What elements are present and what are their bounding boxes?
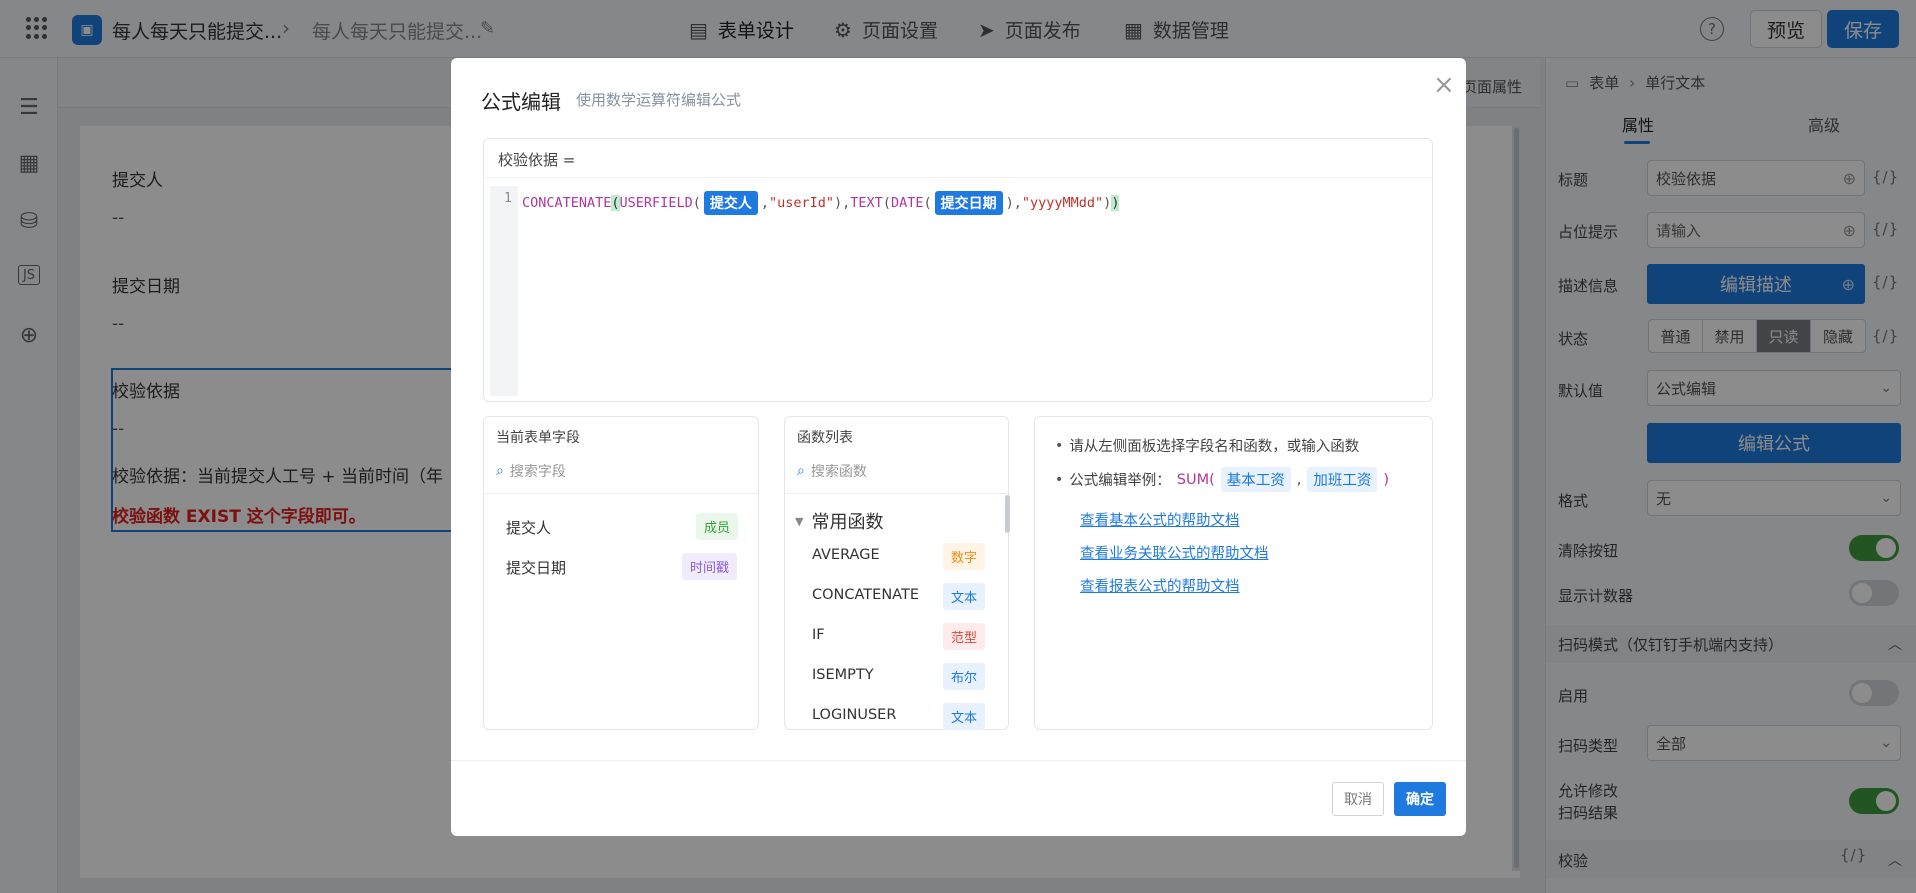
search-icon: ⌕ xyxy=(496,463,504,479)
editor-gutter xyxy=(490,186,518,396)
help-link-basic[interactable]: 查看基本公式的帮助文档 xyxy=(1080,509,1240,530)
editor-divider xyxy=(484,177,1432,178)
help-link-report[interactable]: 查看报表公式的帮助文档 xyxy=(1080,575,1240,596)
function-search-input[interactable]: ⌕ 搜索函数 xyxy=(797,461,867,481)
function-type-tag: 布尔 xyxy=(943,663,986,690)
caret-down-icon: ▼ xyxy=(795,514,804,528)
function-type-tag: 文本 xyxy=(943,583,986,610)
function-item-average[interactable]: AVERAGE xyxy=(812,547,880,563)
functions-panel-title: 函数列表 xyxy=(797,430,853,446)
field-item-submit-date[interactable]: 提交日期 xyxy=(506,557,566,578)
function-type-tag: 范型 xyxy=(943,623,986,650)
modal-subtitle: 使用数学运算符编辑公式 xyxy=(576,91,742,109)
functions-panel: 函数列表 ⌕ 搜索函数 ▼ 常用函数 AVERAGE 数字 CONCATENAT… xyxy=(784,416,1010,730)
field-pill-submit-date[interactable]: 提交日期 xyxy=(934,191,1003,215)
help-panel: • 请从左侧面板选择字段名和函数，或输入函数 • 公式编辑举例： SUM( 基本… xyxy=(1034,416,1433,730)
function-item-if[interactable]: IF xyxy=(812,627,825,643)
bullet-icon: • xyxy=(1055,471,1064,488)
help-link-business[interactable]: 查看业务关联公式的帮助文档 xyxy=(1080,542,1269,563)
confirm-button[interactable]: 确定 xyxy=(1394,782,1446,816)
line-number: 1 xyxy=(504,191,512,206)
functions-divider xyxy=(785,493,1008,494)
bullet-icon: • xyxy=(1055,437,1064,454)
formula-code[interactable]: CONCATENATE(USERFIELD(提交人, "userId"), TEXT… xyxy=(522,191,1120,215)
function-item-isempty[interactable]: ISEMPTY xyxy=(812,667,874,683)
help-hint: • 请从左侧面板选择字段名和函数，或输入函数 xyxy=(1055,437,1360,456)
fields-divider xyxy=(484,493,758,494)
function-item-concatenate[interactable]: CONCATENATE xyxy=(812,587,919,603)
function-type-tag: 文本 xyxy=(943,703,986,730)
modal-title: 公式编辑 xyxy=(481,90,561,114)
fields-panel: 当前表单字段 ⌕ 搜索字段 提交人 成员 提交日期 时间戳 xyxy=(483,416,759,730)
formula-editor-modal: 公式编辑 使用数学运算符编辑公式 × 校验依据 = 1 CONCATENATE(… xyxy=(451,58,1466,836)
footer-divider xyxy=(451,760,1466,761)
editor-field-label: 校验依据 = xyxy=(498,151,576,169)
help-example: • 公式编辑举例： SUM( 基本工资 , 加班工资 ) xyxy=(1055,467,1389,492)
field-type-tag: 时间戳 xyxy=(682,553,738,580)
field-type-tag: 成员 xyxy=(696,513,739,540)
formula-editor[interactable]: 校验依据 = 1 CONCATENATE(USERFIELD(提交人, "user… xyxy=(483,138,1433,402)
function-group-common[interactable]: ▼ 常用函数 xyxy=(795,508,883,534)
field-search-input[interactable]: ⌕ 搜索字段 xyxy=(496,461,566,481)
search-icon: ⌕ xyxy=(797,463,805,479)
fields-panel-title: 当前表单字段 xyxy=(496,430,580,446)
cancel-button[interactable]: 取消 xyxy=(1332,782,1384,816)
close-icon[interactable]: × xyxy=(1433,70,1455,100)
functions-scrollbar[interactable] xyxy=(1005,495,1010,533)
field-item-submitter[interactable]: 提交人 xyxy=(506,517,551,538)
field-pill-submitter[interactable]: 提交人 xyxy=(703,191,758,215)
function-item-loginuser[interactable]: LOGINUSER xyxy=(812,707,896,723)
function-type-tag: 数字 xyxy=(943,543,986,570)
